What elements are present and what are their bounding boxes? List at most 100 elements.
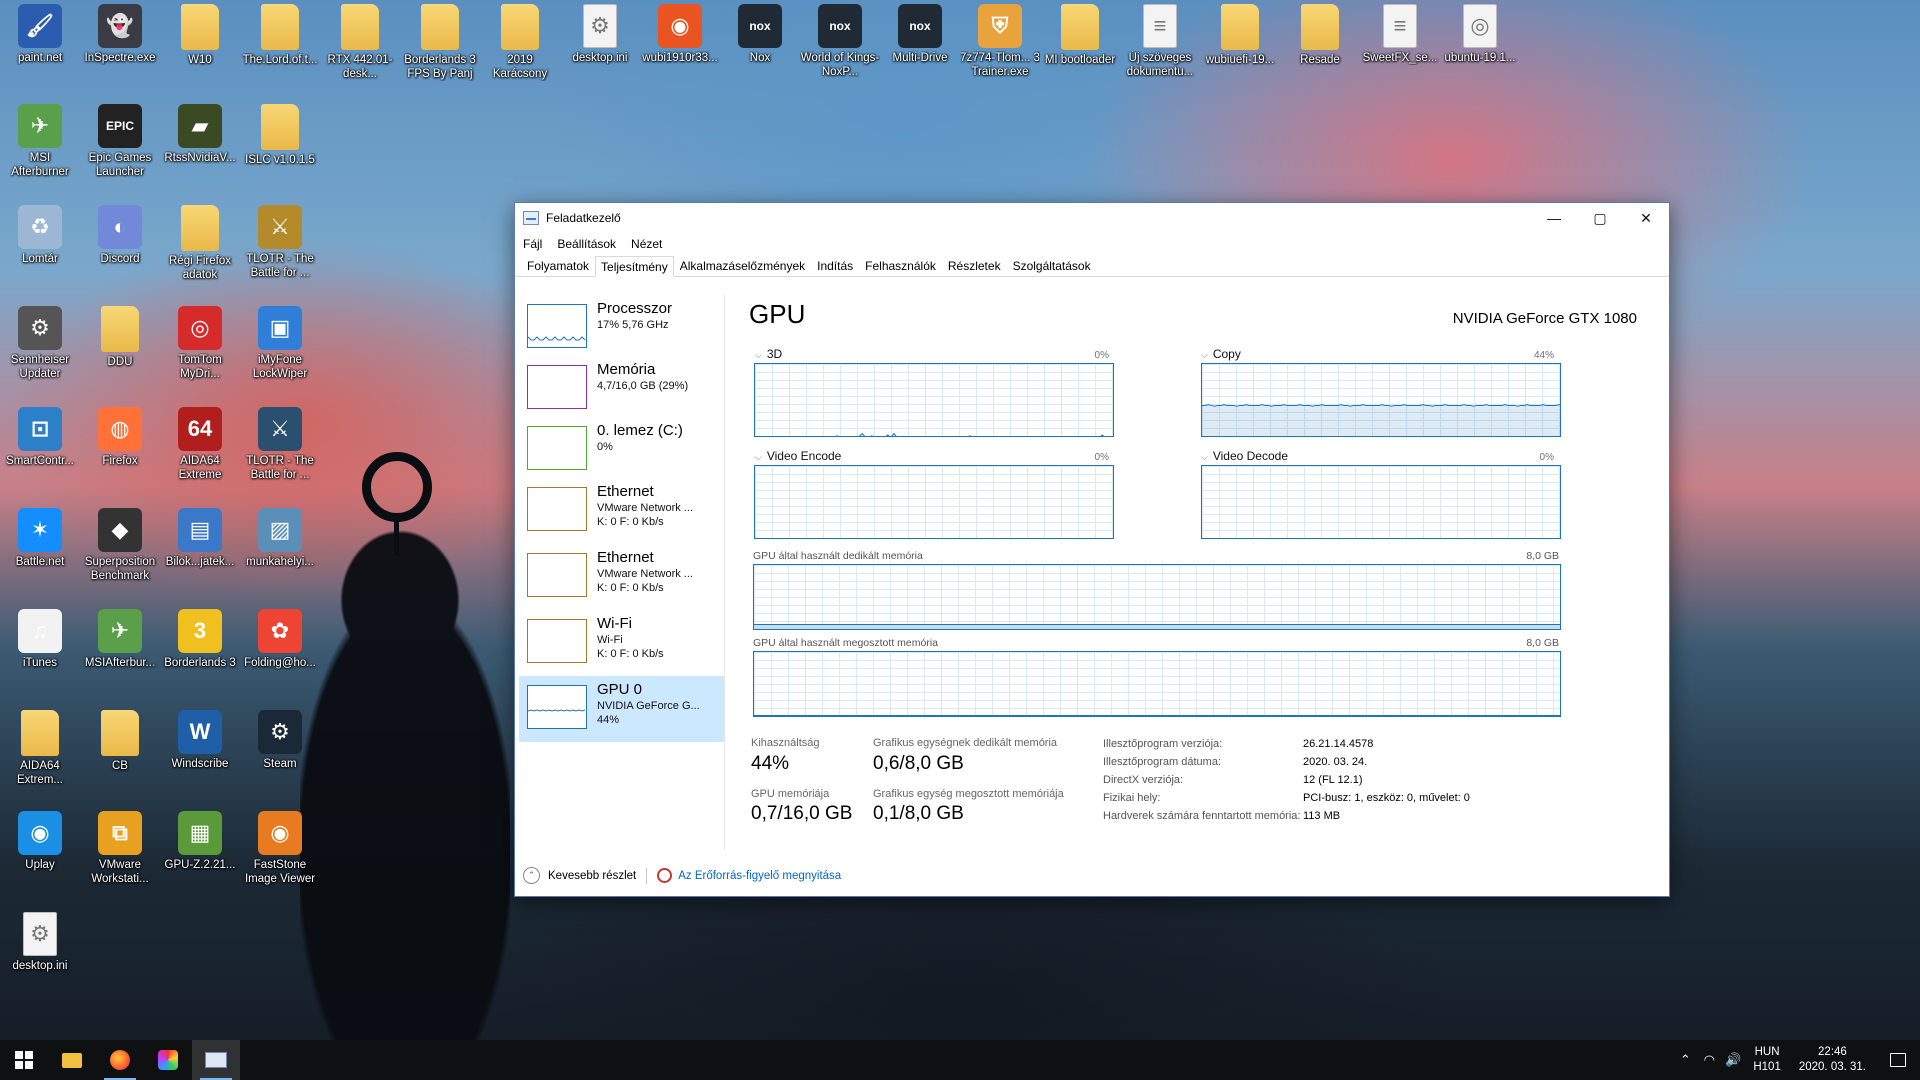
desktop-icon[interactable]: ▦ GPU-Z.2.21...: [160, 811, 240, 872]
action-center-button[interactable]: [1876, 1040, 1920, 1080]
tab-users[interactable]: Felhasználók: [859, 255, 942, 276]
shared-mem-stat-value: 0,1/8,0 GB: [873, 803, 964, 824]
desktop-icon[interactable]: ♻ Lomtár: [0, 205, 80, 266]
desktop-icon[interactable]: ✶ Battle.net: [0, 508, 80, 569]
desktop-icon[interactable]: ⚙ desktop.ini: [560, 4, 640, 65]
desktop-icon[interactable]: 👻 InSpectre.exe: [80, 4, 160, 65]
desktop-icon[interactable]: MI bootloader: [1040, 4, 1120, 67]
desktop-icon[interactable]: ◎ TomTom MyDri...: [160, 306, 240, 381]
desktop-icon[interactable]: CB: [80, 710, 160, 773]
desktop-icon[interactable]: ⚙ Sennheiser Updater: [0, 306, 80, 381]
desktop-icon[interactable]: 2019 Karácsony: [480, 4, 560, 81]
resource-item-gpu-0[interactable]: GPU 0 NVIDIA GeForce G... 44%: [519, 676, 724, 742]
desktop-icon[interactable]: W10: [160, 4, 240, 67]
desktop-icon[interactable]: DDU: [80, 306, 160, 369]
desktop-icon[interactable]: ◆ Superposition Benchmark: [80, 508, 160, 583]
resource-item-0-lemez-c-[interactable]: 0. lemez (C:) 0%: [519, 417, 724, 478]
desktop-icon[interactable]: ⛨ 7z774-Tlom... 3 Trainer.exe: [960, 4, 1040, 79]
desktop-icon[interactable]: ◉ wubi1910r33...: [640, 4, 720, 65]
resource-text: GPU 0 NVIDIA GeForce G... 44%: [597, 681, 700, 742]
fewer-details-link[interactable]: Kevesebb részlet: [548, 870, 636, 882]
desktop-icon[interactable]: ⚙ desktop.ini: [0, 912, 80, 973]
close-button[interactable]: ✕: [1623, 203, 1669, 233]
desktop-icon[interactable]: ≡ SweetFX_se...: [1360, 4, 1440, 65]
desktop-icon[interactable]: ISLC v1.0.1.5: [240, 104, 320, 167]
resource-item-mem-ria[interactable]: Memória 4,7/16,0 GB (29%): [519, 356, 724, 417]
volume-icon[interactable]: 🔊: [1721, 1052, 1745, 1068]
desktop-icon[interactable]: 3 Borderlands 3: [160, 609, 240, 670]
superposition-icon: ◆: [98, 508, 142, 552]
desktop-icon[interactable]: ◍ Firefox: [80, 407, 160, 468]
tab-performance[interactable]: Teljesítmény: [595, 256, 674, 277]
engine-3d-label[interactable]: ⌵ 3D: [755, 347, 782, 361]
file-explorer-taskbar-button[interactable]: [48, 1040, 96, 1080]
clock[interactable]: 22:46 2020. 03. 31.: [1799, 1045, 1866, 1075]
task-manager-taskbar-button[interactable]: [192, 1040, 240, 1080]
menu-view[interactable]: Nézet: [631, 237, 662, 251]
desktop-icon[interactable]: Resade: [1280, 4, 1360, 67]
desktop-icon[interactable]: 🖌 paint.net: [0, 4, 80, 65]
engine-video-encode-label[interactable]: ⌵ Video Encode: [755, 449, 841, 463]
menu-settings[interactable]: Beállítások: [557, 237, 616, 251]
desktop-icon[interactable]: ◉ Uplay: [0, 811, 80, 872]
desktop-icon[interactable]: EPIC Epic Games Launcher: [80, 104, 160, 179]
desktop-icon[interactable]: ⧉ VMware Workstati...: [80, 811, 160, 886]
desktop-icon-label: Uplay: [25, 859, 55, 871]
title-bar[interactable]: Feladatkezelő — ▢ ✕: [515, 203, 1669, 233]
desktop-icon[interactable]: ▰ RtssNvidiaV...: [160, 104, 240, 165]
desktop-icon[interactable]: nox Multi-Drive: [880, 4, 960, 65]
desktop-icon[interactable]: ✈ MSIAfterbur...: [80, 609, 160, 670]
menu-bar: Fájl Beállítások Nézet: [515, 233, 1669, 255]
wifi-icon[interactable]: ◠: [1697, 1052, 1721, 1068]
desktop-icon[interactable]: ⊡ SmartContr...: [0, 407, 80, 468]
desktop-icon[interactable]: RTX 442.01-desk...: [320, 4, 400, 81]
resource-item-wi-fi[interactable]: Wi-Fi Wi-Fi K: 0 F: 0 Kb/s: [519, 610, 724, 676]
desktop-icon[interactable]: 64 AIDA64 Extreme: [160, 407, 240, 482]
desktop-icon[interactable]: ◉ FastStone Image Viewer: [240, 811, 320, 886]
desktop-icon[interactable]: ⚔ TLOTR - The Battle for ...: [240, 407, 320, 482]
desktop-icon[interactable]: The.Lord.of.t...: [240, 4, 320, 67]
open-resource-monitor-link[interactable]: Az Erőforrás-figyelő megnyitása: [678, 870, 841, 882]
desktop-icon-label: 7z774-Tlom... 3 Trainer.exe: [960, 52, 1040, 78]
minimize-button[interactable]: —: [1531, 203, 1577, 233]
desktop-icon[interactable]: Borderlands 3 FPS By Panj: [400, 4, 480, 81]
desktop-icon[interactable]: Régi Firefox adatok: [160, 205, 240, 282]
desktop-icon[interactable]: ▣ iMyFone LockWiper: [240, 306, 320, 381]
engine-video-decode-label[interactable]: ⌵ Video Decode: [1201, 449, 1288, 463]
desktop-icon[interactable]: ♫ iTunes: [0, 609, 80, 670]
resource-item-processzor[interactable]: Processzor 17% 5,76 GHz: [519, 295, 724, 356]
desktop-icon[interactable]: ⚙ Steam: [240, 710, 320, 771]
desktop-icon[interactable]: ✈ MSI Afterburner: [0, 104, 80, 179]
show-hidden-icons-chevron-icon[interactable]: ⌃: [1673, 1052, 1697, 1068]
resource-item-ethernet[interactable]: Ethernet VMware Network ... K: 0 F: 0 Kb/s: [519, 478, 724, 544]
imyfone-icon: ▣: [258, 306, 302, 350]
desktop-icon[interactable]: nox Nox: [720, 4, 800, 65]
start-button[interactable]: [0, 1040, 48, 1080]
desktop-icon[interactable]: ▤ Bilok...jatek...: [160, 508, 240, 569]
desktop-icon[interactable]: ◐ Discord: [80, 205, 160, 266]
desktop-icon[interactable]: W Windscribe: [160, 710, 240, 771]
firefox-taskbar-button[interactable]: [96, 1040, 144, 1080]
resource-item-ethernet[interactable]: Ethernet VMware Network ... K: 0 F: 0 Kb/s: [519, 544, 724, 610]
tab-startup[interactable]: Indítás: [811, 255, 859, 276]
maximize-button[interactable]: ▢: [1577, 203, 1623, 233]
desktop-icon[interactable]: nox World of Kings-NoxP...: [800, 4, 880, 79]
desktop-icon[interactable]: wubiuefi-19...: [1200, 4, 1280, 67]
tab-app-history[interactable]: Alkalmazáselőzmények: [674, 255, 811, 276]
desktop-icon-label: Resade: [1300, 54, 1340, 66]
desktop-icon[interactable]: AIDA64 Extrem...: [0, 710, 80, 787]
desktop-icon[interactable]: ≡ Új szöveges dokumentu...: [1120, 4, 1200, 79]
input-language-indicator[interactable]: HUN H101: [1753, 1045, 1781, 1075]
desktop-icon[interactable]: ▨ munkahelyi...: [240, 508, 320, 569]
desktop-icon[interactable]: ◎ ubuntu-19.1...: [1440, 4, 1520, 65]
tab-processes[interactable]: Folyamatok: [521, 255, 595, 276]
menu-file[interactable]: Fájl: [523, 237, 542, 251]
engine-copy-label[interactable]: ⌵ Copy: [1201, 347, 1241, 361]
paint-taskbar-button[interactable]: [144, 1040, 192, 1080]
tab-details[interactable]: Részletek: [942, 255, 1007, 276]
tab-services[interactable]: Szolgáltatások: [1007, 255, 1097, 276]
chevron-up-icon[interactable]: ⌃: [523, 867, 540, 884]
desktop-icon[interactable]: ⚔ TLOTR - The Battle for ...: [240, 205, 320, 280]
desktop-icon[interactable]: ✿ Folding@ho...: [240, 609, 320, 670]
chevron-down-icon: ⌵: [755, 452, 762, 462]
